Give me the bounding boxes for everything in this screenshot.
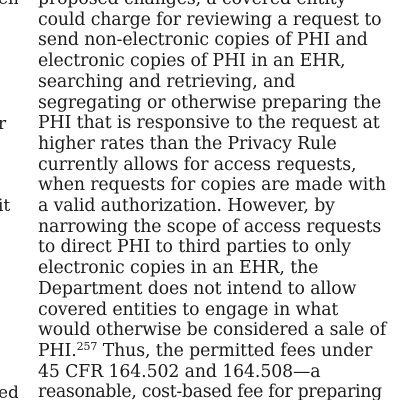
text-segment: PHI. [38, 340, 77, 361]
text-line: reasonable, cost-based fee for preparing [38, 382, 382, 400]
text-line: segregating or otherwise preparing the [38, 92, 382, 113]
text-line: PHI that is responsive to the request at [38, 113, 380, 134]
text-line: searching and retrieving, and [38, 71, 296, 92]
footnote-text-line: PHI.257 Thus, the permitted fees under [38, 341, 398, 362]
text-line: electronic copies of PHI in an EHR, [38, 51, 346, 72]
text-line: currently allows for access requests, [38, 154, 357, 175]
text-line: proposed changes, a covered entity [38, 0, 398, 10]
left-fragment: ed [0, 383, 18, 400]
text-column: proposed changes, a covered entity could… [38, 0, 398, 400]
text-line: to direct PHI to third parties to only [38, 237, 351, 258]
left-column-fragments: en r it ed [0, 0, 18, 400]
text-line: covered entities to engage in what [38, 299, 339, 320]
left-fragment: r [0, 114, 7, 134]
text-line: 45 CFR 164.502 and 164.508—a [38, 361, 321, 382]
left-fragment: it [0, 196, 11, 216]
text-line: higher rates than the Privacy Rule [38, 133, 337, 154]
text-line: narrowing the scope of access requests [38, 216, 382, 237]
document-page: en r it ed proposed changes, a covered e… [0, 0, 400, 400]
text-line: a valid authorization. However, by [38, 196, 335, 217]
text-line: electronic copies in an EHR, the [38, 258, 319, 279]
text-line: could charge for reviewing a request to [38, 9, 382, 30]
text-line: Department does not intend to allow [38, 278, 357, 299]
footnote-reference[interactable]: 257 [77, 340, 98, 353]
left-fragment: en [0, 0, 18, 10]
text-line: when requests for copies are made with [38, 175, 387, 196]
text-line: send non-electronic copies of PHI and [38, 30, 368, 51]
text-line: would otherwise be considered a sale of [38, 320, 387, 341]
text-segment: Thus, the permitted fees under [97, 340, 373, 361]
